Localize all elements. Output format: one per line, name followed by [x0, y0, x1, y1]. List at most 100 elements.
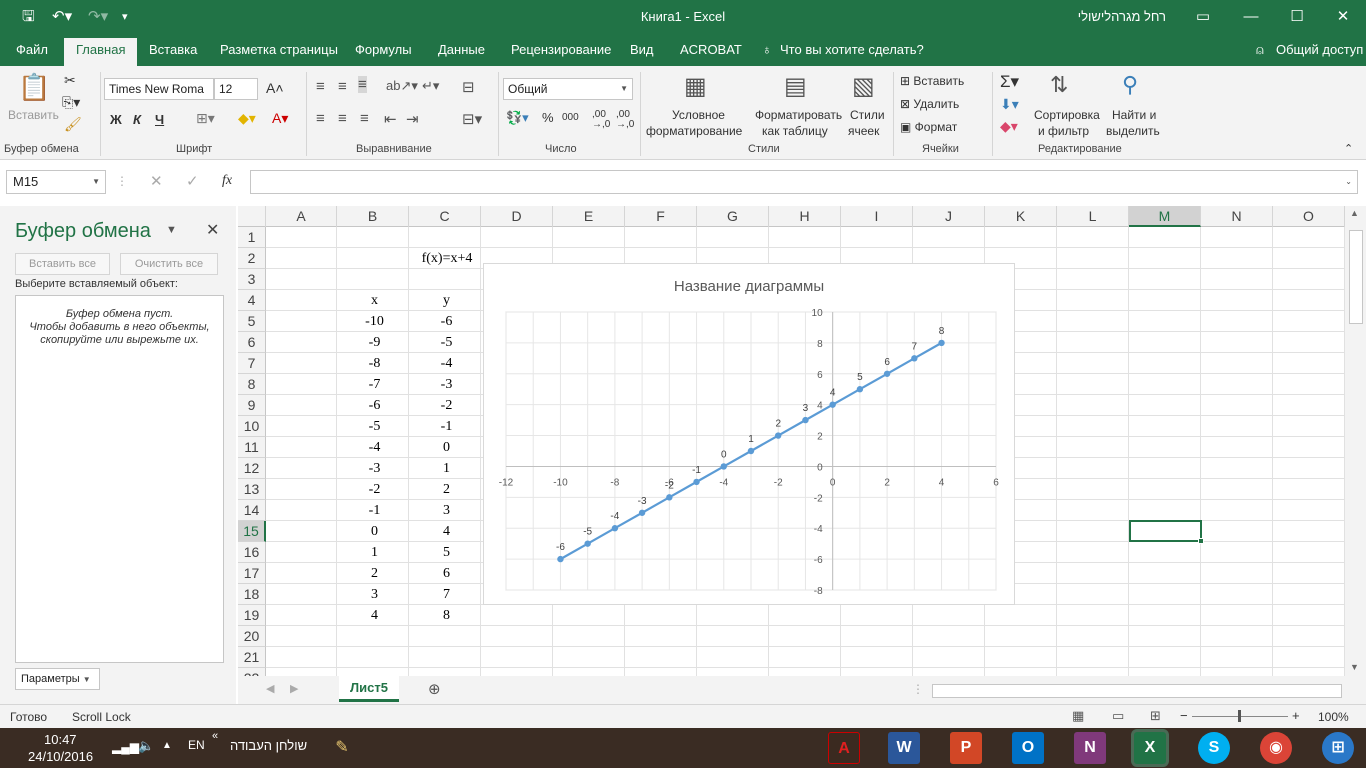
cell-x-header[interactable]: x — [339, 290, 410, 311]
normal-view-icon[interactable]: ▦ — [1072, 708, 1084, 724]
row-header-22[interactable]: 22 — [238, 668, 266, 676]
cell-x[interactable]: -4 — [339, 437, 410, 458]
number-format-select[interactable]: Общий ▼ — [503, 78, 633, 100]
cell-x[interactable]: 3 — [339, 584, 410, 605]
cell-x[interactable]: -6 — [339, 395, 410, 416]
column-header-g[interactable]: G — [697, 206, 769, 227]
cell-y[interactable]: 4 — [411, 521, 482, 542]
format-painter-icon[interactable]: 🖌 — [64, 116, 82, 133]
font-size-select[interactable]: 12 — [214, 78, 258, 100]
thousands-button[interactable]: 000 — [562, 112, 579, 123]
cell-x[interactable]: -2 — [339, 479, 410, 500]
zoom-out-icon[interactable]: − — [1180, 708, 1188, 723]
tab-data[interactable]: Данные — [438, 42, 485, 57]
align-left-icon[interactable]: ≡ — [316, 110, 325, 127]
conditional-format-label-1[interactable]: Условное — [672, 108, 725, 122]
column-header-f[interactable]: F — [625, 206, 697, 227]
align-bottom-icon[interactable]: ≡ — [358, 76, 367, 93]
cell-y[interactable]: -2 — [411, 395, 482, 416]
row-header-4[interactable]: 4 — [238, 290, 266, 311]
desktop-toolbar-label[interactable]: שולחן העבודה — [230, 738, 307, 753]
sheet-tab-list5[interactable]: Лист5 — [339, 676, 399, 702]
row-header-11[interactable]: 11 — [238, 437, 266, 458]
cell-x[interactable]: -7 — [339, 374, 410, 395]
cell-x[interactable]: -10 — [339, 311, 410, 332]
sort-filter-icon[interactable]: ⇅ — [1050, 72, 1068, 98]
cell-y[interactable]: -1 — [411, 416, 482, 437]
clock-time[interactable]: 10:47 — [44, 732, 77, 747]
zoom-level[interactable]: 100% — [1318, 710, 1349, 724]
name-box[interactable]: M15 ▼ — [6, 170, 106, 194]
cell-y[interactable]: 2 — [411, 479, 482, 500]
page-break-view-icon[interactable]: ⊞ — [1150, 708, 1161, 724]
italic-button[interactable]: К — [133, 112, 141, 127]
pane-options-icon[interactable]: ▼ — [166, 224, 177, 236]
underline-button[interactable]: Ч — [155, 112, 164, 127]
enter-icon[interactable]: ✓ — [186, 172, 199, 190]
insert-function-button[interactable]: fx — [222, 173, 232, 189]
row-header-9[interactable]: 9 — [238, 395, 266, 416]
cell-x[interactable]: -5 — [339, 416, 410, 437]
cell-y[interactable]: -3 — [411, 374, 482, 395]
tab-file[interactable]: Файл — [16, 42, 48, 57]
tab-acrobat[interactable]: ACROBAT — [680, 42, 742, 57]
outlook-taskbar-icon[interactable]: O — [1012, 732, 1044, 764]
find-label-2[interactable]: выделить — [1106, 124, 1160, 138]
minimize-button[interactable]: — — [1228, 4, 1274, 30]
start-button[interactable]: ⊞ — [1322, 732, 1354, 764]
share-button[interactable]: Общий доступ — [1276, 42, 1363, 57]
bold-button[interactable]: Ж — [110, 112, 122, 127]
borders-icon[interactable]: ⊞▾ — [196, 110, 215, 127]
row-header-7[interactable]: 7 — [238, 353, 266, 374]
cell-y[interactable]: 6 — [411, 563, 482, 584]
column-header-j[interactable]: J — [913, 206, 985, 227]
row-header-19[interactable]: 19 — [238, 605, 266, 626]
row-header-16[interactable]: 16 — [238, 542, 266, 563]
merge-icon[interactable]: ⊟ — [462, 78, 475, 96]
wrap-text-icon[interactable]: ↵▾ — [422, 78, 439, 94]
network-icon[interactable]: ▂▄▆ — [112, 740, 139, 754]
cell-x[interactable]: -9 — [339, 332, 410, 353]
find-label-1[interactable]: Найти и — [1112, 108, 1156, 122]
tab-formulas[interactable]: Формулы — [355, 42, 412, 57]
fill-icon[interactable]: ⬇▾ — [1000, 96, 1019, 113]
cell-y[interactable]: 8 — [411, 605, 482, 626]
column-header-h[interactable]: H — [769, 206, 841, 227]
align-center-icon[interactable]: ≡ — [338, 110, 347, 127]
column-header-n[interactable]: N — [1201, 206, 1273, 227]
row-header-13[interactable]: 13 — [238, 479, 266, 500]
merge-center-icon[interactable]: ⊟▾ — [462, 110, 482, 128]
cell-x[interactable]: -1 — [339, 500, 410, 521]
decrease-decimal-button[interactable]: ,00 →,0 — [616, 110, 634, 130]
zoom-slider-thumb[interactable] — [1238, 710, 1241, 722]
select-all-corner[interactable] — [238, 206, 266, 227]
column-header-c[interactable]: C — [409, 206, 481, 227]
options-button[interactable]: Параметры ▼ — [15, 668, 100, 690]
cell-styles-label-1[interactable]: Стили — [850, 108, 885, 122]
scroll-thumb[interactable] — [1349, 230, 1363, 324]
align-top-icon[interactable]: ≡ — [316, 78, 325, 95]
cell-c2[interactable]: f(x)=x+4 — [410, 248, 484, 269]
cell-y-header[interactable]: y — [411, 290, 482, 311]
sort-filter-label-1[interactable]: Сортировка — [1034, 108, 1100, 122]
row-header-18[interactable]: 18 — [238, 584, 266, 605]
tab-insert[interactable]: Вставка — [149, 42, 197, 57]
chart[interactable]: Название диаграммы -12 -10 -8 -6 -4 -2 0 2 4 6 -8 -6… — [483, 263, 1015, 605]
font-color-icon[interactable]: A▾ — [272, 110, 288, 127]
column-header-e[interactable]: E — [553, 206, 625, 227]
collapse-ribbon-icon[interactable]: ⌃ — [1344, 142, 1353, 155]
increase-indent-icon[interactable]: ⇥ — [406, 110, 419, 128]
format-table-icon[interactable]: ▤ — [784, 72, 807, 101]
onenote-taskbar-icon[interactable]: N — [1074, 732, 1106, 764]
increase-font-icon[interactable]: A˄ — [266, 80, 284, 96]
tab-view[interactable]: Вид — [630, 42, 654, 57]
formula-input[interactable]: ⌄ — [250, 170, 1358, 194]
cell-x[interactable]: 0 — [339, 521, 410, 542]
tray-expand-icon[interactable]: ▲ — [162, 740, 172, 751]
volume-icon[interactable]: 🔈 — [138, 738, 154, 754]
desktop-toolbar-chevron-icon[interactable]: « — [212, 730, 218, 742]
fill-handle[interactable] — [1198, 538, 1204, 544]
prev-sheet-icon[interactable]: ◀ — [266, 682, 274, 695]
format-table-label-1[interactable]: Форматировать — [755, 108, 842, 122]
next-sheet-icon[interactable]: ▶ — [290, 682, 298, 695]
